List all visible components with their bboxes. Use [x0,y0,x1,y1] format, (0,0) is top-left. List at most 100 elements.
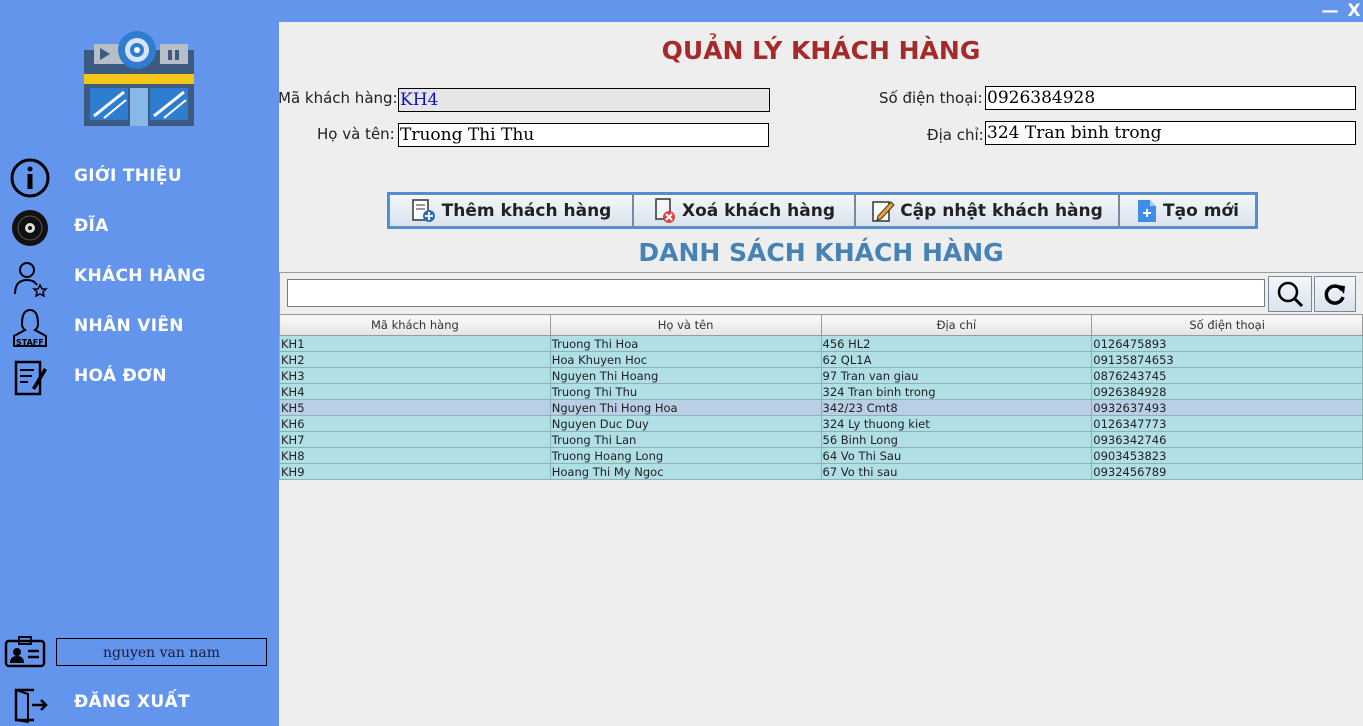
info-icon [10,158,50,198]
table-cell[interactable]: KH2 [279,351,551,368]
table-row[interactable]: KH9 Hoang Thi My Ngoc 67 Vo thi sau 0932456… [279,463,1363,480]
table-cell[interactable]: 456 HL2 [820,335,1093,352]
table-cell[interactable]: Truong Thi Thu [549,383,822,400]
table-cell[interactable]: 64 Vo Thi Sau [820,447,1093,464]
table-row[interactable]: KH1 Truong Thi Hoa 456 HL2 0126475893 [279,335,1363,352]
table-cell[interactable]: 0932456789 [1091,463,1363,480]
table-header-row: Mã khách hàng Họ và tên Địa chỉ Số điện … [279,314,1363,336]
update-customer-label: Cập nhật khách hàng [900,200,1103,221]
table-cell[interactable]: 56 Binh Long [820,431,1093,448]
table-cell[interactable]: 342/23 Cmt8 [820,399,1093,416]
list-title: DANH SÁCH KHÁCH HÀNG [638,238,1004,267]
table-cell[interactable]: KH3 [279,367,551,384]
table-cell[interactable]: KH8 [279,447,551,464]
table-cell[interactable]: Truong Hoang Long [549,447,822,464]
main-panel: QUẢN LÝ KHÁCH HÀNG Mã khách hàng: KH4 Họ… [278,22,1363,726]
table-row[interactable]: KH7 Truong Thi Lan 56 Binh Long 0936342746 [279,431,1363,448]
add-customer-label: Thêm khách hàng [441,200,612,221]
sidebar-item-label: KHÁCH HÀNG [74,266,206,286]
table-row[interactable]: KH8 Truong Hoang Long 64 Vo Thi Sau 0903453… [279,447,1363,464]
table-cell[interactable]: 0936342746 [1091,431,1363,448]
table-row[interactable]: KH2 Hoa Khuyen Hoc 62 QL1A 09135874653 [279,351,1363,368]
disc-store-logo [84,31,194,126]
table-row[interactable]: KH5 Nguyen Thi Hong Hoa 342/23 Cmt8 0932637… [279,399,1363,416]
add-customer-button[interactable]: Thêm khách hàng [389,194,633,227]
table-cell[interactable]: 67 Vo thi sau [820,463,1093,480]
customer-table: Mã khách hàng Họ và tên Địa chỉ Số điện … [279,314,1363,480]
username-display: nguyen van nam [56,638,267,666]
staff-icon: STAFF [13,308,47,347]
table-cell[interactable]: KH4 [279,383,551,400]
table-cell[interactable]: Nguyen Thi Hoang [549,367,822,384]
customer-id-field[interactable]: KH4 [398,88,770,112]
edit-icon [872,200,895,222]
address-field[interactable]: 324 Tran binh trong [985,121,1356,145]
table-cell[interactable]: 0932637493 [1091,399,1363,416]
refresh-icon [1324,284,1345,305]
table-cell[interactable]: KH1 [279,335,551,352]
customer-id-label: Mã khách hàng: [278,89,398,107]
table-cell[interactable]: 0926384928 [1091,383,1363,400]
svg-text:STAFF: STAFF [16,338,44,347]
table-cell[interactable]: 0876243745 [1091,367,1363,384]
sidebar-item-label: GIỚI THIỆU [74,166,182,186]
table-row[interactable]: KH6 Nguyen Duc Duy 324 Ly thuong kiet 01263… [279,415,1363,432]
phone-field[interactable]: 0926384928 [985,86,1356,110]
sidebar-item-staff[interactable]: STAFF NHÂN VIÊN [0,304,279,350]
table-cell[interactable]: Nguyen Duc Duy [549,415,822,432]
table-cell[interactable]: Hoa Khuyen Hoc [549,351,822,368]
column-header-name[interactable]: Họ và tên [549,314,822,336]
search-button[interactable] [1268,276,1312,312]
sidebar-item-disc[interactable]: ĐĨA [0,204,279,250]
table-cell[interactable]: KH9 [279,463,551,480]
table-cell[interactable]: 0903453823 [1091,447,1363,464]
sidebar: GIỚI THIỆU ĐĨA KHÁCH HÀNG STAFF NHÂN VIÊ… [0,0,279,726]
sidebar-item-intro[interactable]: GIỚI THIỆU [0,154,279,200]
disc-icon [12,210,48,246]
invoice-icon [14,360,47,396]
column-header-address[interactable]: Địa chỉ [820,314,1093,336]
table-cell[interactable]: Nguyen Thi Hong Hoa [549,399,822,416]
sidebar-item-label: ĐĨA [74,216,109,236]
table-cell[interactable]: 97 Tran van giau [820,367,1093,384]
table-cell[interactable]: Hoang Thi My Ngoc [549,463,822,480]
delete-document-icon [655,197,675,223]
column-header-phone[interactable]: Số điện thoại [1091,314,1363,336]
table-cell[interactable]: KH6 [279,415,551,432]
table-cell[interactable]: 09135874653 [1091,351,1363,368]
customer-name-label: Họ và tên: [317,125,395,143]
customer-icon [14,262,48,298]
sidebar-item-invoice[interactable]: HOÁ ĐƠN [0,354,279,400]
refresh-button[interactable] [1314,276,1356,312]
delete-customer-label: Xoá khách hàng [682,200,835,221]
update-customer-button[interactable]: Cập nhật khách hàng [855,194,1119,227]
table-cell[interactable]: 62 QL1A [820,351,1093,368]
table-cell[interactable]: 0126475893 [1091,335,1363,352]
id-card-icon [4,636,46,668]
logout-icon [14,688,48,724]
table-cell[interactable]: Truong Thi Hoa [549,335,822,352]
add-document-icon [411,198,435,222]
delete-customer-button[interactable]: Xoá khách hàng [633,194,855,227]
table-row[interactable]: KH3 Nguyen Thi Hoang 97 Tran van giau 08762… [279,367,1363,384]
table-cell[interactable]: KH7 [279,431,551,448]
customer-name-field[interactable]: Truong Thi Thu [398,123,769,147]
table-cell[interactable]: Truong Thi Lan [549,431,822,448]
table-cell[interactable]: 324 Tran binh trong [820,383,1093,400]
table-row[interactable]: KH4 Truong Thi Thu 324 Tran binh trong 0926… [279,383,1363,400]
search-icon [1277,281,1304,308]
table-cell[interactable]: 324 Ly thuong kiet [820,415,1093,432]
table-cell[interactable]: 0126347773 [1091,415,1363,432]
create-new-button[interactable]: Tạo mới [1119,194,1256,227]
page-title: QUẢN LÝ KHÁCH HÀNG [661,36,981,65]
logout-button[interactable]: ĐĂNG XUẤT [0,680,279,726]
logout-label: ĐĂNG XUẤT [74,692,190,712]
search-input[interactable] [287,279,1265,307]
sidebar-item-label: HOÁ ĐƠN [74,366,167,386]
close-button[interactable]: X [1344,0,1363,22]
minimize-button[interactable]: — [1320,0,1340,22]
sidebar-item-customer[interactable]: KHÁCH HÀNG [0,254,279,300]
column-header-id[interactable]: Mã khách hàng [279,314,551,336]
table-cell[interactable]: KH5 [279,399,551,416]
create-new-label: Tạo mới [1163,200,1239,221]
